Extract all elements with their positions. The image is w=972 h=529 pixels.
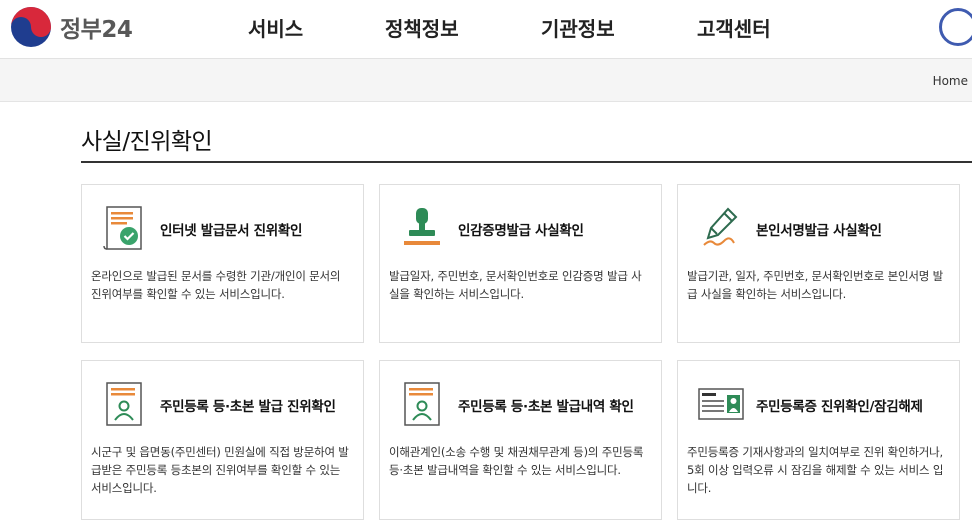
page-title: 사실/진위확인 <box>81 129 213 155</box>
nav-item-agency[interactable]: 기관정보 <box>541 13 615 42</box>
document-check-icon <box>103 206 142 250</box>
card-title: 주민등록증 진위확인/잠김해제 <box>756 399 923 415</box>
card-description: 발급기관, 일자, 주민번호, 문서확인번호로 본인서명 발급 사실을 확인하는… <box>687 269 944 301</box>
breadcrumb-home[interactable]: Home <box>933 74 968 88</box>
card-resident-cert-verify[interactable]: 주민등록 등·초본 발급 진위확인 시군구 및 읍면동(주민센터) 민원실에 직… <box>81 360 364 520</box>
card-signature-verify[interactable]: 본인서명발급 사실확인 발급기관, 일자, 주민번호, 문서확인번호로 본인서명… <box>677 184 960 343</box>
card-title: 주민등록 등·초본 발급 진위확인 <box>160 399 336 415</box>
pen-signature-icon <box>703 207 738 246</box>
card-title: 본인서명발급 사실확인 <box>756 223 882 239</box>
card-resident-history-check[interactable]: 주민등록 등·초본 발급내역 확인 이해관계인(소송 수행 및 채권채무관계 등… <box>379 360 662 520</box>
card-description: 발급일자, 주민번호, 문서확인번호로 인감증명 발급 사실을 확인하는 서비스… <box>389 269 642 301</box>
card-title: 인터넷 발급문서 진위확인 <box>160 223 303 239</box>
card-internet-doc-verify[interactable]: 인터넷 발급문서 진위확인 온라인으로 발급된 문서를 수령한 기관/개인이 문… <box>81 184 364 343</box>
nav-item-policy[interactable]: 정책정보 <box>385 13 459 42</box>
card-id-card-verify[interactable]: 주민등록증 진위확인/잠김해제 주민등록증 기재사항과의 일치여부로 진위 확인… <box>677 360 960 520</box>
card-seal-cert-verify[interactable]: 인감증명발급 사실확인 발급일자, 주민번호, 문서확인번호로 인감증명 발급 … <box>379 184 662 343</box>
card-description: 온라인으로 발급된 문서를 수령한 기관/개인이 문서의 진위여부를 확인할 수… <box>91 269 341 301</box>
breadcrumb: Home <box>0 59 972 102</box>
site-header: 정부24 서비스 정책정보 기관정보 고객센터 <box>0 0 972 59</box>
id-card-icon <box>698 388 744 420</box>
seal-stamp-icon <box>404 208 440 245</box>
title-divider <box>81 161 972 163</box>
card-title: 인감증명발급 사실확인 <box>458 223 584 239</box>
card-title: 주민등록 등·초본 발급내역 확인 <box>458 399 634 415</box>
logo[interactable]: 정부24 <box>10 6 133 48</box>
card-description: 이해관계인(소송 수행 및 채권채무관계 등)의 주민등록 등·초본 발급내역을… <box>389 445 644 477</box>
nav-item-services[interactable]: 서비스 <box>248 13 303 42</box>
taegeuk-logo-icon <box>11 7 51 47</box>
nav-item-customer-center[interactable]: 고객센터 <box>697 13 771 42</box>
logo-text: 정부24 <box>60 17 133 43</box>
card-description: 시군구 및 읍면동(주민센터) 민원실에 직접 방문하여 발급받은 주민등록 등… <box>91 445 349 495</box>
resident-document-icon <box>106 382 142 426</box>
card-description: 주민등록증 기재사항과의 일치여부로 진위 확인하거나, 5회 이상 입력오류 … <box>687 445 944 495</box>
resident-history-icon <box>404 382 440 426</box>
header-round-button[interactable] <box>939 8 972 46</box>
